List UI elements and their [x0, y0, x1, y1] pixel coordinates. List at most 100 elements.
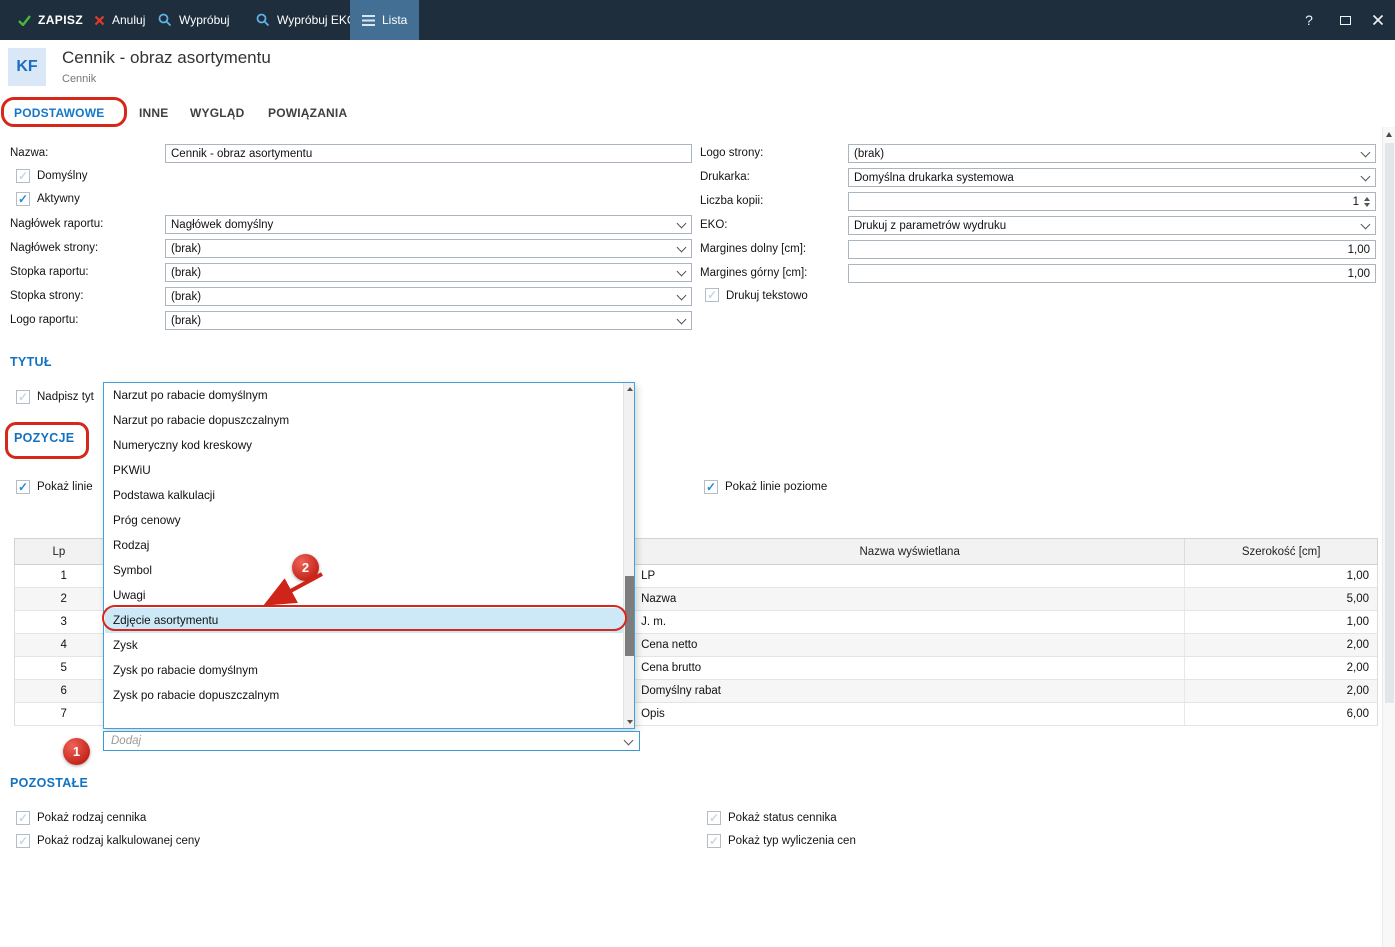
logo-strony-value: (brak) [854, 147, 885, 160]
column-header-nazwa[interactable]: Nazwa wyświetlana [635, 539, 1186, 564]
cell-nazwa: Cena netto [635, 634, 1186, 656]
cell-szerokosc: 2,00 [1346, 685, 1369, 697]
annotation-arrow [263, 572, 323, 606]
cell-lp: 3 [15, 611, 104, 633]
stopka-raportu-value: (brak) [171, 266, 202, 279]
stopka-strony-value: (brak) [171, 290, 202, 303]
dropdown-item[interactable]: Symbol [105, 558, 623, 583]
dropdown-item[interactable]: Zysk po rabacie domyślnym [105, 658, 623, 683]
dropdown-scrollbar[interactable] [623, 383, 634, 728]
dropdown-item[interactable]: Numeryczny kod kreskowy [105, 433, 623, 458]
tab-inne[interactable]: INNE [139, 106, 168, 120]
margines-gorny-input[interactable]: 1,00 [848, 264, 1376, 283]
cell-szerokosc: 1,00 [1346, 616, 1369, 628]
chevron-down-icon [677, 220, 686, 229]
add-column-dropdown-list: Narzut po rabacie domyślnym Narzut po ra… [103, 382, 635, 729]
dropdown-item[interactable]: Podstawa kalkulacji [105, 483, 623, 508]
pokaz-typ-wyliczenia-checkbox[interactable] [707, 834, 721, 848]
cell-nazwa: Cena brutto [635, 657, 1186, 679]
nazwa-label: Nazwa: [10, 147, 49, 159]
maximize-button[interactable] [1332, 0, 1358, 40]
dropdown-item[interactable]: Próg cenowy [105, 508, 623, 533]
aktywny-checkbox[interactable] [16, 192, 30, 206]
domyslny-label: Domyślny [37, 170, 88, 182]
add-column-placeholder: Dodaj [111, 735, 142, 747]
naglowek-raportu-label: Nagłówek raportu: [10, 218, 104, 230]
help-button[interactable]: ? [1296, 0, 1322, 40]
add-column-combo[interactable]: Dodaj [103, 731, 640, 751]
column-header-szerokosc[interactable]: Szerokość [cm] [1185, 539, 1377, 564]
column-header-lp[interactable]: Lp [15, 539, 104, 564]
margines-gorny-value: 1,00 [1347, 267, 1370, 280]
nadpisz-tytul-checkbox[interactable] [16, 390, 30, 404]
dropdown-item[interactable]: PKWiU [105, 458, 623, 483]
cell-lp: 6 [15, 680, 104, 702]
chevron-down-icon [677, 292, 686, 301]
annotation-rect-pozycje [5, 422, 89, 459]
nadpisz-tytul-label: Nadpisz tyt [37, 391, 94, 403]
spinner-arrows-icon[interactable] [1364, 196, 1370, 207]
logo-raportu-select[interactable]: (brak) [165, 311, 692, 330]
scroll-up-icon[interactable] [624, 383, 635, 395]
dropdown-item[interactable]: Narzut po rabacie dopuszczalnym [105, 408, 623, 433]
cell-lp: 4 [15, 634, 104, 656]
drukuj-tekstowo-checkbox[interactable] [705, 288, 719, 302]
drukarka-value: Domyślna drukarka systemowa [854, 171, 1014, 184]
stopka-strony-select[interactable]: (brak) [165, 287, 692, 306]
cell-szerokosc: 1,00 [1346, 570, 1369, 582]
domyslny-checkbox[interactable] [16, 169, 30, 183]
x-icon [94, 15, 105, 25]
tab-wyglad[interactable]: WYGLĄD [190, 106, 245, 120]
pokaz-rodzaj-cennika-checkbox[interactable] [16, 811, 30, 825]
stopka-raportu-select[interactable]: (brak) [165, 263, 692, 282]
dropdown-item[interactable]: Narzut po rabacie domyślnym [105, 383, 623, 408]
pokaz-linie-poziome-label: Pokaż linie poziome [725, 481, 828, 493]
pokaz-rodzaj-kalkulowanej-label: Pokaż rodzaj kalkulowanej ceny [37, 835, 201, 847]
logo-strony-select[interactable]: (brak) [848, 144, 1376, 163]
pokaz-status-cennika-checkbox[interactable] [707, 811, 721, 825]
list-button[interactable]: Lista [350, 0, 420, 40]
pokaz-typ-wyliczenia-label: Pokaż typ wyliczenia cen [728, 835, 856, 847]
dropdown-item[interactable]: Zysk po rabacie dopuszczalnym [105, 683, 623, 708]
liczba-kopii-label: Liczba kopii: [700, 195, 764, 207]
cell-lp: 7 [15, 703, 104, 725]
tab-powiazania[interactable]: POWIĄZANIA [268, 106, 347, 120]
pokaz-linie-checkbox[interactable] [16, 480, 30, 494]
liczba-kopii-stepper[interactable]: 1 [848, 192, 1376, 211]
scrollbar-thumb[interactable] [1385, 143, 1394, 703]
scroll-up-icon[interactable] [1386, 132, 1392, 137]
margines-dolny-input[interactable]: 1,00 [848, 240, 1376, 259]
list-icon [362, 14, 375, 26]
magnifier-icon [158, 13, 172, 27]
margines-gorny-label: Margines górny [cm]: [700, 267, 808, 279]
try-button[interactable]: Wypróbuj [146, 0, 242, 40]
dropdown-item[interactable]: Zysk [105, 633, 623, 658]
dropdown-item[interactable]: Rodzaj [105, 533, 623, 558]
cell-szerokosc: 2,00 [1346, 662, 1369, 674]
naglowek-raportu-select[interactable]: Nagłówek domyślny [165, 215, 692, 234]
cell-szerokosc: 5,00 [1346, 593, 1369, 605]
close-button[interactable] [1364, 0, 1392, 40]
pokaz-linie-poziome-checkbox[interactable] [704, 480, 718, 494]
check-icon [18, 14, 31, 26]
naglowek-strony-select[interactable]: (brak) [165, 239, 692, 258]
save-label: ZAPISZ [38, 13, 84, 27]
maximize-icon [1339, 15, 1351, 25]
eko-select[interactable]: Drukuj z parametrów wydruku [848, 216, 1376, 235]
nazwa-input[interactable]: Cennik - obraz asortymentu [165, 144, 692, 163]
magnifier-icon [256, 13, 270, 27]
pokaz-rodzaj-kalkulowanej-checkbox[interactable] [16, 834, 30, 848]
cell-lp: 5 [15, 657, 104, 679]
drukarka-select[interactable]: Domyślna drukarka systemowa [848, 168, 1376, 187]
cell-nazwa: J. m. [635, 611, 1186, 633]
main-scrollbar[interactable] [1382, 127, 1395, 947]
chevron-down-icon [1361, 221, 1370, 230]
scroll-down-icon[interactable] [624, 716, 635, 728]
eko-value: Drukuj z parametrów wydruku [854, 219, 1007, 232]
naglowek-raportu-value: Nagłówek domyślny [171, 218, 274, 231]
cell-lp: 1 [15, 565, 104, 587]
page-subtitle: Cennik [62, 73, 97, 85]
cell-nazwa: Opis [635, 703, 1186, 725]
eko-label: EKO: [700, 219, 728, 231]
logo-strony-label: Logo strony: [700, 147, 764, 159]
